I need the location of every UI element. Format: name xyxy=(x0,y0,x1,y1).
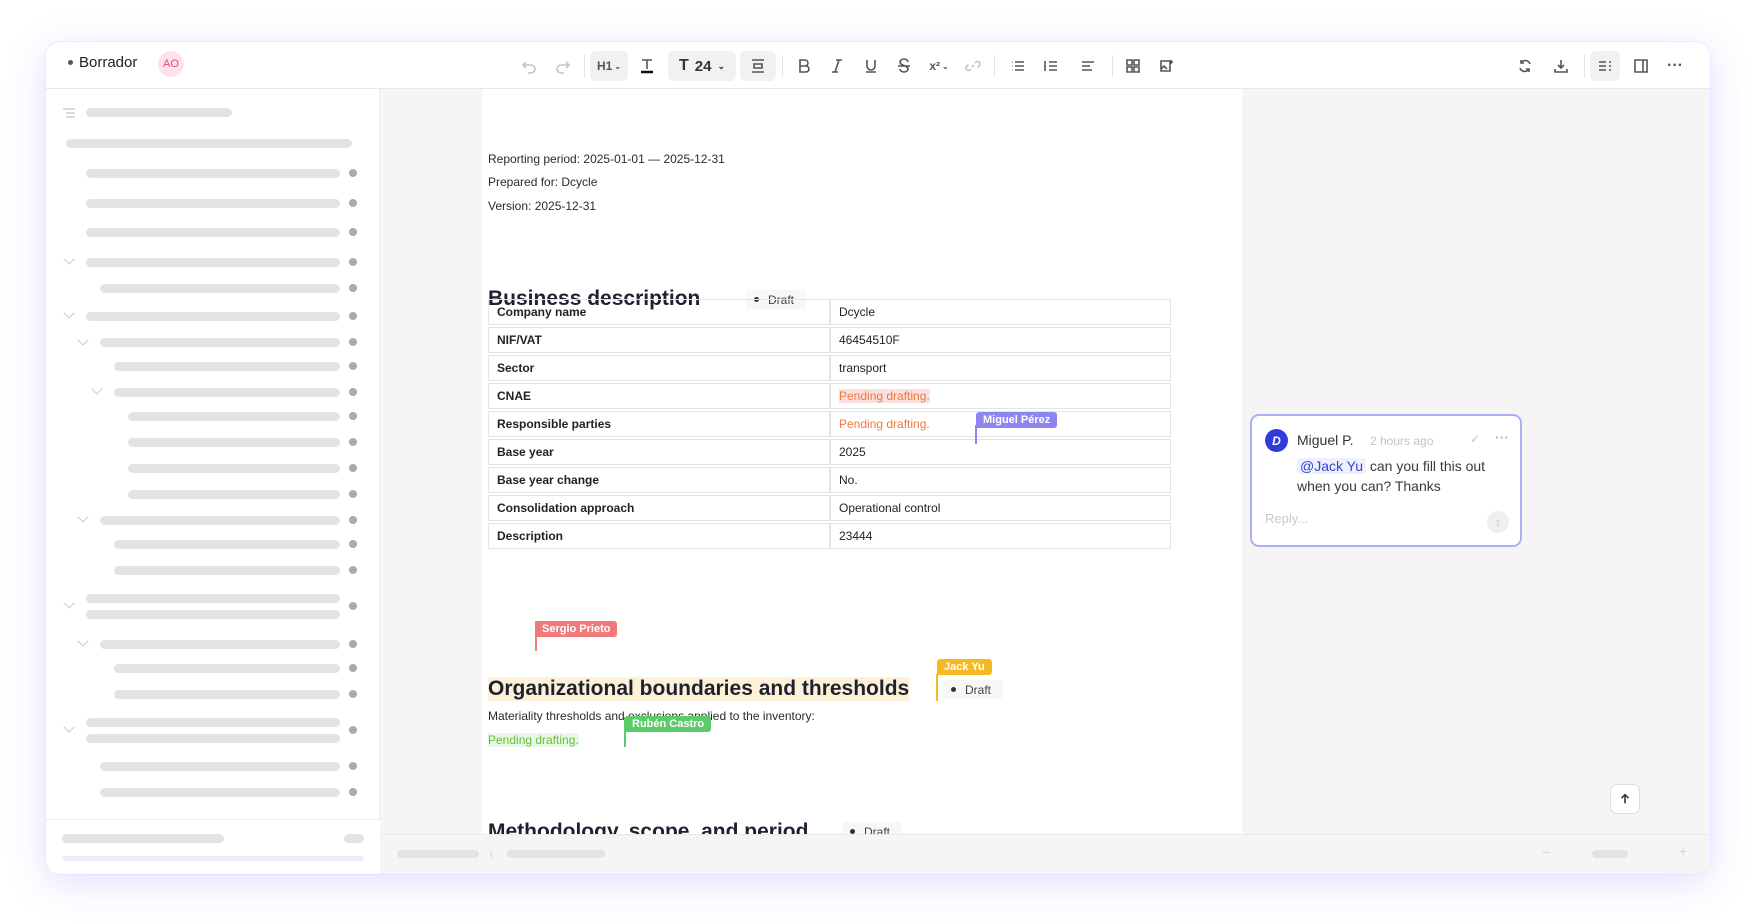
comment-more-icon[interactable]: ··· xyxy=(1495,429,1509,445)
section-title-boundaries[interactable]: Organizational boundaries and thresholds xyxy=(488,677,910,701)
strikethrough-button[interactable] xyxy=(891,51,917,81)
panel-toggle-button[interactable] xyxy=(1626,51,1656,81)
chevron-down-icon: ⌄ xyxy=(717,60,725,71)
chevron-down-icon: ⌄ xyxy=(941,61,949,71)
more-icon: ··· xyxy=(1667,57,1683,74)
collaborator-cursor-miguel: Miguel Pérez xyxy=(976,412,1058,428)
comment-time: 2 hours ago xyxy=(1370,434,1434,448)
collaborator-cursor-jack: Jack Yu xyxy=(937,659,992,675)
image-icon xyxy=(1160,60,1173,72)
table-row: Base year 2025 xyxy=(488,439,1171,465)
link-button[interactable] xyxy=(960,51,986,81)
grid-button[interactable] xyxy=(1120,51,1146,81)
heading-select[interactable]: H1 ⌄ xyxy=(590,51,628,81)
outline-toggle-button[interactable] xyxy=(1590,51,1620,81)
table-row: Sector transport xyxy=(488,355,1171,381)
collaborator-cursor-sergio: Sergio Prieto xyxy=(535,621,618,637)
meta-prepared-for: Prepared for: Dcycle xyxy=(488,175,598,189)
bullet-list-icon xyxy=(1012,61,1024,71)
indent-button[interactable] xyxy=(1038,51,1064,81)
comment-body: @Jack Yu can you fill this out when you … xyxy=(1297,458,1486,494)
bullet-list-button[interactable] xyxy=(1002,51,1034,81)
underline-button[interactable] xyxy=(858,51,884,81)
font-size-select[interactable]: T 24 ⌄ xyxy=(668,51,736,81)
link-icon xyxy=(965,60,981,72)
underline-icon xyxy=(866,60,876,73)
bold-button[interactable] xyxy=(791,51,817,81)
sidebar-footer xyxy=(46,819,380,874)
outline-list-icon xyxy=(63,108,75,118)
align-button[interactable] xyxy=(1072,51,1104,81)
undo-icon xyxy=(521,61,536,74)
table-row: Consolidation approach Operational contro… xyxy=(488,495,1171,521)
table-row: CNAE Pending drafting. xyxy=(488,383,1171,409)
pending-text: Pending drafting. xyxy=(488,733,579,747)
status-dot-icon xyxy=(68,60,73,65)
comment-author: Miguel P. xyxy=(1297,432,1354,448)
italic-button[interactable] xyxy=(824,51,850,81)
font-size-icon: T xyxy=(678,57,689,74)
superscript-icon: x² xyxy=(929,59,940,73)
avatar[interactable]: AO xyxy=(158,51,184,77)
meta-version: Version: 2025-12-31 xyxy=(488,199,597,213)
undo-button[interactable] xyxy=(516,51,542,81)
text-color-button[interactable] xyxy=(630,51,664,81)
outline-icon xyxy=(1599,61,1611,71)
table-row: Base year change No. xyxy=(488,467,1171,493)
reply-input[interactable]: Reply... xyxy=(1265,511,1308,526)
grid-icon xyxy=(1126,59,1140,73)
sync-button[interactable] xyxy=(1512,51,1538,81)
arrow-up-icon xyxy=(1620,793,1630,804)
font-size-value: 24 xyxy=(694,57,712,75)
resolve-check-icon[interactable]: ✓ xyxy=(1470,432,1480,446)
scroll-to-top-button[interactable] xyxy=(1610,784,1640,814)
pending-text: Pending drafting. xyxy=(839,389,930,403)
redo-button[interactable] xyxy=(550,51,576,81)
meta-reporting-period: Reporting period: 2025-01-01 — 2025-12-3… xyxy=(488,152,725,166)
panel-icon xyxy=(1634,59,1648,73)
table-row: NIF/VAT 46454510F xyxy=(488,327,1171,353)
status-badge[interactable]: Draft xyxy=(943,680,1004,699)
arrow-up-icon: ↑ xyxy=(1495,515,1501,529)
toolbar: Borrador AO H1 ⌄ T 24 ⌄ x² ⌄ ··· xyxy=(46,42,1710,89)
zoom-out-icon[interactable]: − xyxy=(1542,844,1550,860)
chevron-down-icon: ⌄ xyxy=(614,61,622,71)
status-bar: − + xyxy=(381,834,1709,874)
zoom-in-icon[interactable]: + xyxy=(1679,843,1687,859)
table-row: Responsible parties Pending drafting. xyxy=(488,411,1171,437)
comment-avatar: D xyxy=(1265,429,1288,452)
indent-icon xyxy=(1044,61,1057,71)
comment-card[interactable]: D Miguel P. 2 hours ago ✓ ··· @Jack Yu c… xyxy=(1250,414,1522,547)
refresh-icon xyxy=(1519,59,1531,73)
heading-select-label: H1 xyxy=(596,59,613,73)
table-row: Description 23444 xyxy=(488,523,1171,549)
status-label: Borrador xyxy=(79,54,138,71)
status-dot-icon xyxy=(951,687,956,692)
outline-sidebar xyxy=(46,89,380,874)
download-icon xyxy=(1554,60,1568,73)
text-color-icon xyxy=(641,59,653,74)
redo-icon xyxy=(556,61,571,74)
spacing-button[interactable] xyxy=(740,51,776,81)
collaborator-cursor-ruben: Rubén Castro xyxy=(625,716,712,732)
status-indicator[interactable]: Borrador xyxy=(68,54,137,71)
superscript-button[interactable]: x² ⌄ xyxy=(924,51,954,81)
company-table: Company name Dcycle NIF/VAT 46454510F Sect… xyxy=(488,297,1171,551)
image-button[interactable] xyxy=(1154,51,1180,81)
align-icon xyxy=(1082,61,1094,71)
pending-text: Pending drafting. xyxy=(839,417,930,431)
bold-icon xyxy=(799,59,810,73)
more-button[interactable]: ··· xyxy=(1662,51,1688,81)
italic-icon xyxy=(832,59,842,73)
spacing-icon xyxy=(752,59,764,73)
download-button[interactable] xyxy=(1548,51,1574,81)
strikethrough-icon xyxy=(898,58,910,73)
table-row: Company name Dcycle xyxy=(488,299,1171,325)
send-reply-button[interactable]: ↑ xyxy=(1487,511,1509,533)
mention[interactable]: @Jack Yu xyxy=(1297,458,1366,474)
